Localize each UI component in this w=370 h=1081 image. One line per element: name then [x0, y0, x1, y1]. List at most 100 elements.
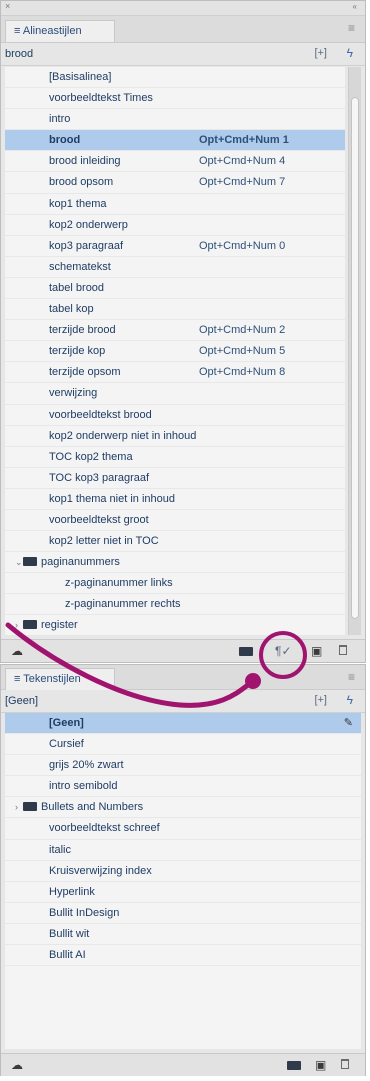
- load-styles-icon[interactable]: ☁: [11, 644, 23, 658]
- style-row[interactable]: terzijde kop Opt+Cmd+Num 5: [5, 341, 345, 363]
- new-group-icon[interactable]: [287, 1058, 305, 1072]
- style-label: [Basisalinea]: [49, 71, 112, 83]
- current-style-name: brood: [5, 48, 34, 60]
- style-row[interactable]: z-paginanummer links: [5, 573, 345, 595]
- delete-icon[interactable]: [341, 1058, 349, 1072]
- style-row[interactable]: [Geen] ✎: [5, 713, 361, 735]
- panel-top-strip[interactable]: × «: [1, 1, 365, 16]
- style-row[interactable]: Kruisverwijzing index: [5, 861, 361, 882]
- close-icon[interactable]: ×: [5, 1, 10, 11]
- style-row[interactable]: TOC kop3 paragraaf: [5, 468, 345, 489]
- style-label: [Geen]: [49, 717, 84, 729]
- style-row[interactable]: verwijzing: [5, 383, 345, 405]
- style-label: voorbeeldtekst Times: [49, 92, 153, 105]
- keyboard-shortcut: Opt+Cmd+Num 2: [199, 324, 286, 337]
- style-row[interactable]: brood opsom Opt+Cmd+Num 7: [5, 172, 345, 194]
- style-label: brood opsom: [49, 176, 114, 189]
- style-row[interactable]: voorbeeldtekst schreef: [5, 818, 361, 840]
- style-label: voorbeeldtekst groot: [49, 513, 149, 526]
- lightning-icon[interactable]: ϟ: [347, 693, 353, 707]
- style-row[interactable]: grijs 20% zwart: [5, 755, 361, 777]
- style-row[interactable]: kop1 thema niet in inhoud: [5, 489, 345, 510]
- new-style-icon[interactable]: ▣: [315, 1058, 326, 1072]
- scrollbar[interactable]: [348, 67, 361, 635]
- style-row[interactable]: terzijde opsom Opt+Cmd+Num 8: [5, 362, 345, 384]
- tab-paragraph-styles[interactable]: ≡ Alineastijlen: [5, 20, 115, 42]
- style-row[interactable]: brood Opt+Cmd+Num 1: [5, 130, 345, 152]
- keyboard-shortcut: Opt+Cmd+Num 7: [199, 176, 286, 189]
- style-row[interactable]: kop2 onderwerp: [5, 215, 345, 236]
- style-label: paginanummers: [41, 556, 120, 569]
- style-group-row[interactable]: › Bullets and Numbers: [5, 797, 361, 819]
- style-label: brood: [49, 134, 81, 147]
- scrollbar-thumb[interactable]: [351, 97, 359, 619]
- style-row[interactable]: Bullit InDesign: [5, 903, 361, 924]
- style-row[interactable]: voorbeeldtekst groot: [5, 510, 345, 532]
- style-group-row[interactable]: ⌄ paginanummers: [5, 552, 345, 574]
- style-label: tabel kop: [49, 303, 94, 316]
- character-styles-panel: ≡ Tekenstijlen ≡ [Geen] [+] ϟ [Geen] ✎ Cur…: [0, 664, 366, 1076]
- style-row[interactable]: intro: [5, 109, 345, 131]
- disclosure-triangle-icon[interactable]: ⌄: [15, 552, 23, 573]
- keyboard-shortcut: Opt+Cmd+Num 0: [199, 239, 286, 252]
- style-label: kop2 onderwerp niet in inhoud: [49, 429, 197, 442]
- style-label: kop1 thema: [49, 197, 107, 210]
- quick-apply-icon[interactable]: [+]: [314, 694, 327, 706]
- new-group-icon[interactable]: [239, 644, 257, 658]
- collapse-icon[interactable]: «: [353, 2, 357, 11]
- style-label: z-paginanummer rechts: [65, 598, 181, 611]
- style-row[interactable]: Bullit wit: [5, 924, 361, 946]
- edit-pencil-icon: ✎: [343, 717, 353, 729]
- style-row[interactable]: [Basisalinea]: [5, 67, 345, 89]
- style-label: schematekst: [49, 260, 111, 273]
- tab-character-styles[interactable]: ≡ Tekenstijlen: [5, 668, 115, 690]
- style-label: register: [41, 619, 78, 632]
- style-label: tabel brood: [49, 281, 105, 294]
- style-row[interactable]: z-paginanummer rechts: [5, 594, 345, 616]
- style-row[interactable]: Hyperlink: [5, 882, 361, 903]
- panel-menu-icon[interactable]: ≡: [348, 670, 355, 684]
- panel-menu-icon[interactable]: ≡: [348, 21, 355, 35]
- style-row[interactable]: schematekst: [5, 257, 345, 278]
- style-row[interactable]: TOC kop2 thema: [5, 447, 345, 468]
- style-row[interactable]: kop2 onderwerp niet in inhoud: [5, 426, 345, 447]
- keyboard-shortcut: Opt+Cmd+Num 4: [199, 155, 286, 168]
- disclosure-triangle-icon[interactable]: ›: [15, 615, 23, 635]
- style-label: voorbeeldtekst brood: [49, 408, 152, 421]
- style-label: terzijde brood: [49, 324, 116, 337]
- delete-icon[interactable]: [339, 644, 347, 658]
- load-styles-icon[interactable]: ☁: [11, 1058, 23, 1072]
- style-row[interactable]: tabel brood: [5, 278, 345, 300]
- style-row[interactable]: Cursief: [5, 734, 361, 756]
- style-label: Bullit InDesign: [49, 906, 120, 919]
- style-label: intro semibold: [49, 780, 118, 793]
- style-label: kop2 onderwerp: [49, 218, 128, 231]
- style-group-row[interactable]: › register: [5, 615, 345, 635]
- style-label: grijs 20% zwart: [49, 759, 124, 772]
- style-label: kop3 paragraaf: [49, 239, 123, 252]
- folder-icon: [23, 802, 37, 812]
- style-label: Bullets and Numbers: [41, 801, 144, 814]
- new-style-icon[interactable]: ▣: [311, 644, 322, 658]
- style-row[interactable]: kop3 paragraaf Opt+Cmd+Num 0: [5, 236, 345, 257]
- style-row[interactable]: Bullit AI: [5, 945, 361, 967]
- clear-overrides-icon[interactable]: ¶✓: [275, 644, 292, 658]
- style-row[interactable]: terzijde brood Opt+Cmd+Num 2: [5, 320, 345, 342]
- folder-icon: [23, 557, 37, 567]
- quick-apply-icon[interactable]: [+]: [314, 47, 327, 59]
- style-label: kop1 thema niet in inhoud: [49, 492, 175, 505]
- style-label: Bullit wit: [49, 927, 90, 940]
- style-row[interactable]: intro semibold: [5, 776, 361, 798]
- style-row[interactable]: brood inleiding Opt+Cmd+Num 4: [5, 151, 345, 173]
- character-style-list: [Geen] ✎ Cursief grijs 20% zwart intro semib…: [5, 713, 361, 1049]
- current-style-row: brood [+] ϟ: [1, 43, 365, 66]
- style-row[interactable]: kop1 thema: [5, 194, 345, 215]
- style-row[interactable]: voorbeeldtekst Times: [5, 88, 345, 110]
- style-row[interactable]: italic: [5, 840, 361, 861]
- current-style-row: [Geen] [+] ϟ: [1, 690, 365, 713]
- disclosure-triangle-icon[interactable]: ›: [15, 797, 23, 818]
- style-row[interactable]: kop2 letter niet in TOC: [5, 531, 345, 553]
- lightning-icon[interactable]: ϟ: [347, 46, 353, 60]
- style-row[interactable]: tabel kop: [5, 299, 345, 321]
- style-row[interactable]: voorbeeldtekst brood: [5, 405, 345, 426]
